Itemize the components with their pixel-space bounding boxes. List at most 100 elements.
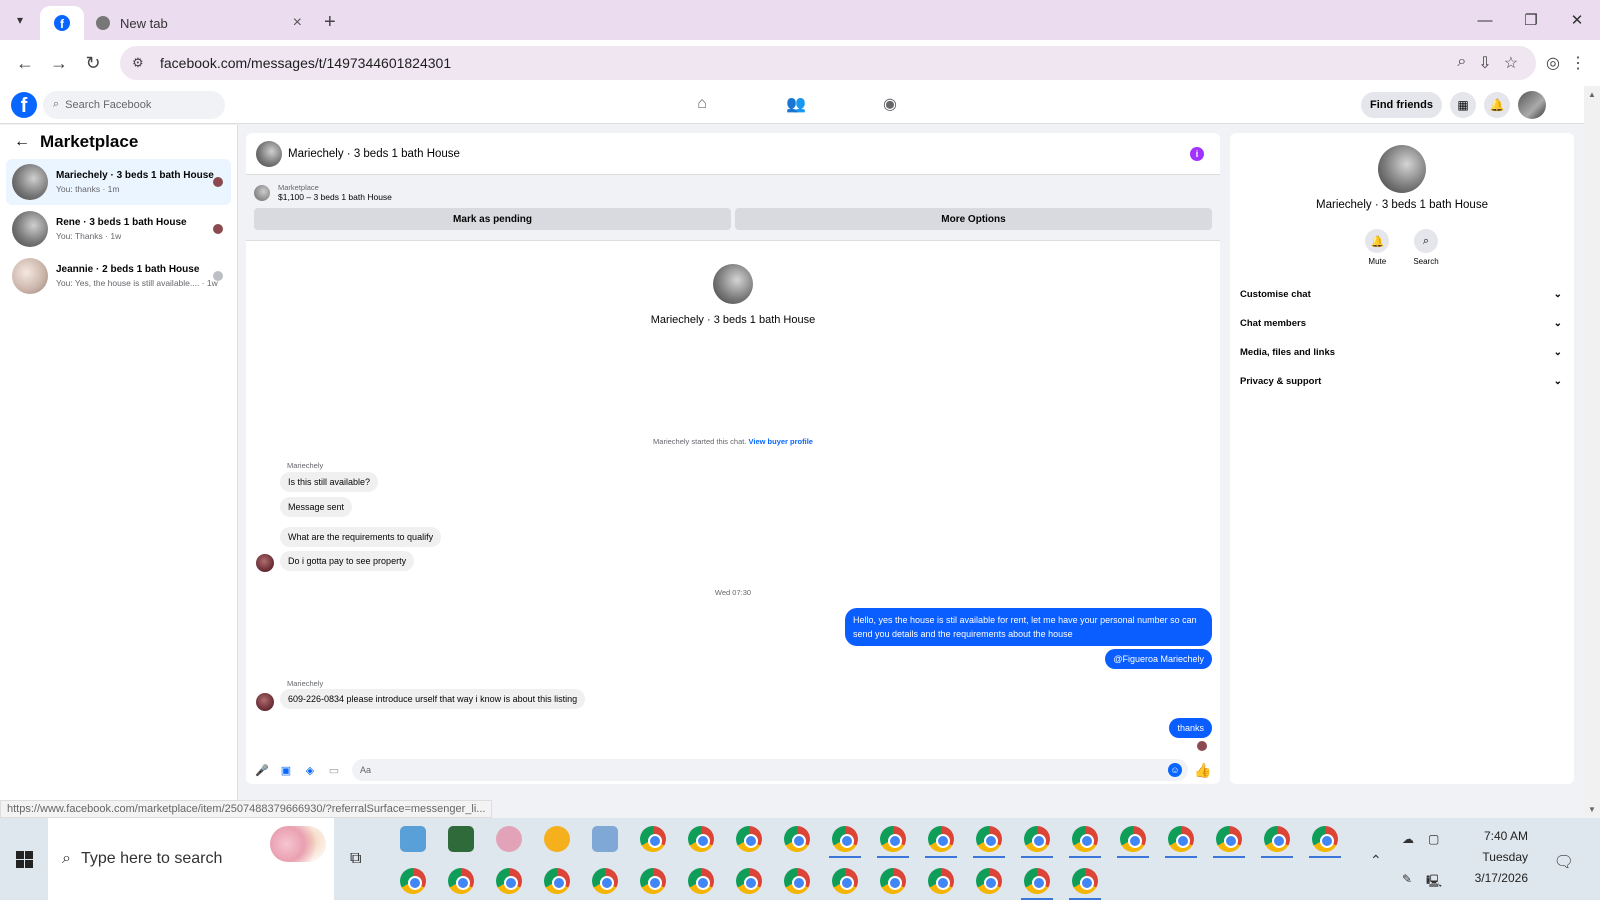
kebab-menu-icon[interactable]: ⋮	[1570, 53, 1586, 73]
view-buyer-profile-link[interactable]: View buyer profile	[749, 437, 813, 446]
menu-grid-icon[interactable]: ▦	[1450, 92, 1476, 118]
incoming-message[interactable]: Is this still available?	[280, 472, 379, 492]
chrome-icon[interactable]	[640, 868, 666, 894]
omnibox[interactable]: ⚙ facebook.com/messages/t/14973446018243…	[120, 46, 1537, 80]
zoom-icon[interactable]: ⌕	[1457, 53, 1466, 73]
section-privacy-support[interactable]: Privacy & support ⌄	[1230, 367, 1574, 396]
chrome-icon[interactable]	[832, 868, 858, 894]
chrome-icon[interactable]	[688, 826, 714, 852]
meet-now-icon[interactable]: ▢	[1428, 832, 1439, 846]
section-media-files-links[interactable]: Media, files and links ⌄	[1230, 338, 1574, 367]
mark-as-pending-button[interactable]: Mark as pending	[254, 208, 731, 230]
reload-icon[interactable]: ↻	[76, 46, 110, 80]
page-scrollbar[interactable]: ▲ ▼	[1584, 86, 1600, 816]
chrome-icon[interactable]	[736, 826, 762, 852]
conversation-item[interactable]: Mariechely · 3 beds 1 bath House You: th…	[6, 159, 231, 205]
scroll-up-icon[interactable]: ▲	[1588, 90, 1596, 99]
info-icon[interactable]: i	[1190, 147, 1204, 161]
chat-avatar[interactable]	[256, 140, 282, 167]
mute-button[interactable]: 🔔 Mute	[1365, 229, 1390, 266]
photo-icon[interactable]: ▣	[278, 762, 294, 778]
chrome-icon[interactable]	[1168, 826, 1194, 852]
app-icon[interactable]	[592, 826, 618, 852]
chrome-icon[interactable]	[1024, 826, 1050, 852]
app-icon[interactable]	[448, 826, 474, 852]
conversation-item[interactable]: Rene · 3 beds 1 bath House You: Thanks ·…	[6, 206, 231, 252]
app-icon[interactable]	[496, 826, 522, 852]
profile-icon[interactable]: ◎	[1546, 53, 1560, 73]
chrome-icon[interactable]	[1312, 826, 1338, 852]
cloud-icon[interactable]: ☁	[1402, 832, 1414, 846]
minimize-icon[interactable]: —	[1462, 0, 1508, 40]
sticker-icon[interactable]: ◈	[302, 762, 318, 778]
task-view-icon[interactable]: ⧉	[350, 850, 361, 868]
notifications-icon[interactable]: 🗨	[1554, 852, 1574, 872]
sender-avatar[interactable]	[256, 693, 274, 711]
chrome-icon[interactable]	[400, 868, 426, 894]
network-icon[interactable]: 🖳	[1426, 872, 1442, 893]
chrome-icon[interactable]	[736, 868, 762, 894]
chrome-icon[interactable]	[496, 868, 522, 894]
outgoing-message[interactable]: thanks	[1169, 718, 1212, 738]
section-customise-chat[interactable]: Customise chat ⌄	[1230, 280, 1574, 309]
app-icon[interactable]	[544, 826, 570, 852]
app-icon[interactable]	[400, 826, 426, 852]
incoming-message[interactable]: 609-226-0834 please introduce urself tha…	[280, 689, 586, 709]
find-friends-button[interactable]: Find friends	[1361, 92, 1442, 118]
chrome-icon[interactable]	[832, 826, 858, 852]
taskbar-search-input[interactable]: ⌕ Type here to search	[48, 818, 334, 900]
listing-thumbnail[interactable]	[254, 184, 270, 201]
microphone-icon[interactable]: 🎤	[254, 762, 270, 778]
chrome-icon[interactable]	[976, 868, 1002, 894]
chrome-icon[interactable]	[928, 826, 954, 852]
conversation-item[interactable]: Jeannie · 2 beds 1 bath House You: Yes, …	[6, 253, 231, 299]
tab-search-chevron-icon[interactable]: ▾	[6, 6, 34, 34]
incoming-message[interactable]: Do i gotta pay to see property	[280, 551, 415, 571]
clock[interactable]: 7:40 AM Tuesday 3/17/2026	[1475, 826, 1528, 889]
start-button[interactable]	[0, 818, 48, 900]
chrome-icon[interactable]	[1216, 826, 1242, 852]
chrome-icon[interactable]	[448, 868, 474, 894]
emoji-icon[interactable]: ☺	[1168, 763, 1182, 777]
url-text[interactable]: facebook.com/messages/t/1497344601824301	[160, 55, 1457, 71]
section-chat-members[interactable]: Chat members ⌄	[1230, 309, 1574, 338]
install-app-icon[interactable]: ⇩	[1478, 53, 1491, 73]
back-arrow-icon[interactable]: ←	[14, 133, 30, 151]
chrome-icon[interactable]	[592, 868, 618, 894]
chrome-icon[interactable]	[784, 826, 810, 852]
home-icon[interactable]: ⌂	[690, 92, 714, 116]
message-input[interactable]: Aa ☺	[352, 759, 1188, 781]
chat-title[interactable]: Mariechely · 3 beds 1 bath House	[288, 148, 460, 160]
forward-arrow-icon[interactable]: →	[42, 46, 76, 80]
chrome-icon[interactable]	[976, 826, 1002, 852]
chrome-icon[interactable]	[1072, 868, 1098, 894]
restore-icon[interactable]: ❐	[1508, 0, 1554, 40]
window-close-icon[interactable]: ✕	[1554, 0, 1600, 40]
search-in-chat-button[interactable]: ⌕ Search	[1413, 229, 1439, 266]
close-icon[interactable]: ×	[293, 14, 302, 32]
chrome-icon[interactable]	[1072, 826, 1098, 852]
chevron-up-icon[interactable]: ⌃	[1370, 852, 1382, 869]
incoming-message[interactable]: What are the requirements to qualify	[280, 527, 442, 547]
gif-icon[interactable]: ▭	[326, 762, 342, 778]
scroll-down-icon[interactable]: ▼	[1588, 805, 1596, 814]
account-avatar[interactable]	[1518, 91, 1546, 119]
pen-icon[interactable]: ✎	[1402, 872, 1412, 886]
friends-icon[interactable]: 👥	[784, 92, 808, 116]
chrome-icon[interactable]	[880, 868, 906, 894]
chrome-icon[interactable]	[784, 868, 810, 894]
chrome-icon[interactable]	[544, 868, 570, 894]
more-options-button[interactable]: More Options	[735, 208, 1212, 230]
thumbs-up-icon[interactable]: 👍	[1194, 761, 1212, 779]
chrome-icon[interactable]	[640, 826, 666, 852]
site-settings-icon[interactable]: ⚙	[132, 55, 150, 71]
chrome-icon[interactable]	[1264, 826, 1290, 852]
outgoing-message[interactable]: Hello, yes the house is stil available f…	[845, 608, 1212, 646]
bookmark-star-icon[interactable]: ☆	[1504, 53, 1518, 73]
sender-avatar[interactable]	[256, 554, 274, 572]
chrome-icon[interactable]	[1120, 826, 1146, 852]
new-tab-plus-icon[interactable]: +	[324, 11, 336, 40]
profile-avatar[interactable]	[713, 264, 753, 304]
outgoing-message[interactable]: @Figueroa Mariechely	[1105, 649, 1212, 669]
facebook-logo-icon[interactable]: f	[11, 91, 37, 118]
